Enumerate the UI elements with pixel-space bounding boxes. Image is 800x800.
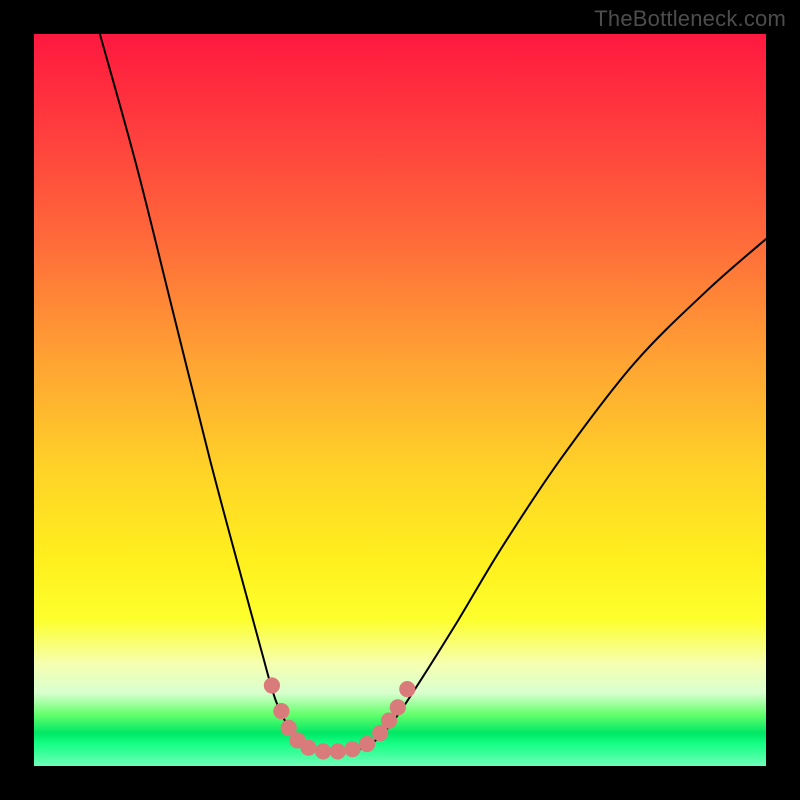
curve-marker bbox=[390, 699, 406, 715]
curve-markers bbox=[264, 677, 416, 759]
curve-marker bbox=[381, 713, 397, 729]
curve-marker bbox=[273, 703, 289, 719]
watermark-text: TheBottleneck.com bbox=[594, 6, 786, 32]
curve-marker bbox=[315, 743, 331, 759]
curve-marker bbox=[399, 681, 415, 697]
chart-frame: TheBottleneck.com bbox=[0, 0, 800, 800]
bottleneck-curve-svg bbox=[34, 34, 766, 766]
curve-marker bbox=[330, 743, 346, 759]
plot-area bbox=[34, 34, 766, 766]
bottleneck-curve bbox=[100, 34, 766, 752]
curve-marker bbox=[359, 736, 375, 752]
curve-marker bbox=[300, 740, 316, 756]
curve-marker bbox=[344, 741, 360, 757]
curve-marker bbox=[264, 677, 280, 693]
